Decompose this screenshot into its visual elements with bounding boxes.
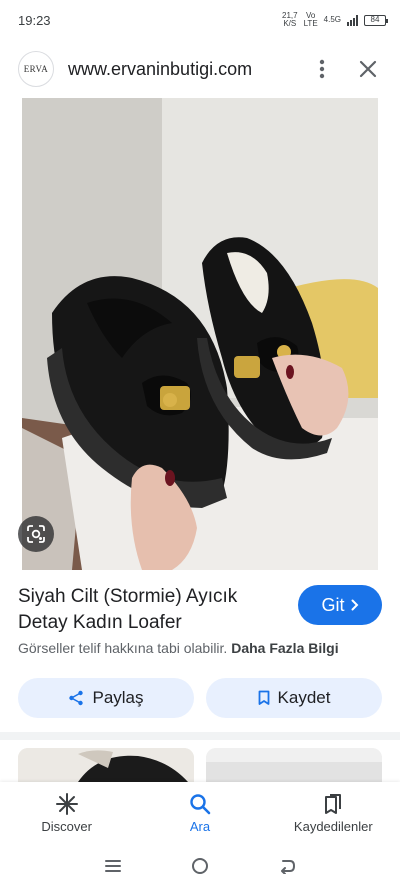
status-icons: 21,7 K/S Vo LTE 4.5G 84 (282, 12, 388, 28)
related-image-2 (206, 748, 382, 782)
section-divider (0, 732, 400, 740)
site-logo-text: ERVA (23, 64, 49, 74)
share-button[interactable]: Paylaş (18, 678, 194, 718)
status-bar: 19:23 21,7 K/S Vo LTE 4.5G 84 (0, 0, 400, 40)
viewer-header: ERVA www.ervaninbutigi.com (0, 40, 400, 98)
related-image-1 (18, 748, 194, 782)
loafer-shoes-image (22, 98, 378, 570)
recent-apps-icon[interactable] (104, 858, 122, 874)
google-lens-button[interactable] (18, 516, 54, 552)
more-options-button[interactable] (308, 55, 336, 83)
visit-site-button[interactable]: Git (298, 585, 382, 625)
saved-collections-icon (325, 793, 342, 814)
close-icon (359, 60, 377, 78)
data-speed-unit: K/S (283, 19, 297, 28)
visit-site-label: Git (321, 594, 345, 615)
home-icon[interactable] (191, 857, 209, 875)
save-button[interactable]: Kaydet (206, 678, 382, 718)
nav-discover-label: Discover (41, 818, 92, 834)
bottom-navigation: Discover Ara Kaydedilenler (0, 782, 400, 844)
network-type: 4.5G (323, 15, 341, 24)
site-logo[interactable]: ERVA (18, 51, 54, 87)
nav-search[interactable]: Ara (133, 782, 266, 844)
volte-indicator: Vo LTE (304, 12, 318, 28)
system-navigation-bar (0, 844, 400, 888)
more-info-link[interactable]: Daha Fazla Bilgi (231, 640, 338, 656)
volte-bottom: LTE (303, 19, 318, 28)
nav-discover[interactable]: Discover (0, 782, 133, 844)
status-time: 19:23 (18, 12, 51, 28)
share-label: Paylaş (92, 688, 144, 707)
nav-saved[interactable]: Kaydedilenler (267, 782, 400, 844)
bookmark-icon (258, 690, 269, 705)
site-url[interactable]: www.ervaninbutigi.com (68, 59, 308, 80)
copyright-text: Görseller telif hakkına tabi olabilir. (18, 640, 228, 656)
image-preview-area (0, 98, 400, 570)
search-icon (190, 793, 211, 814)
product-title: Siyah Cilt (Stormie) Ayıcık Detay Kadın … (18, 586, 238, 633)
product-photo[interactable] (22, 98, 378, 570)
more-vert-icon (319, 59, 325, 79)
close-button[interactable] (354, 55, 382, 83)
share-icon (69, 690, 84, 706)
back-icon[interactable] (278, 858, 296, 874)
copyright-notice: Görseller telif hakkına tabi olabilir. D… (18, 640, 339, 656)
signal-icon (347, 14, 358, 26)
battery-level: 84 (370, 15, 380, 24)
nav-search-label: Ara (189, 818, 211, 834)
related-image-thumbnail[interactable] (206, 748, 382, 782)
discover-asterisk-icon (55, 792, 78, 815)
google-lens-icon (27, 525, 45, 543)
nav-saved-label: Kaydedilenler (293, 818, 373, 834)
data-speed: 21,7 K/S (282, 12, 298, 28)
save-label: Kaydet (277, 688, 331, 707)
chevron-right-icon (351, 599, 358, 611)
battery-icon: 84 (364, 14, 388, 26)
related-image-thumbnail[interactable] (18, 748, 194, 782)
